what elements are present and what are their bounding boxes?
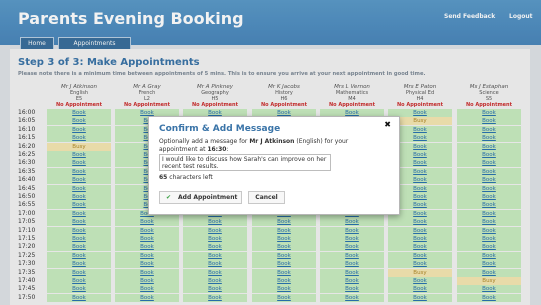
add-appointment-label: Add Appointment xyxy=(178,194,238,201)
dialog-teacher-name: Mr J Atkinson xyxy=(249,138,295,145)
app: Parents Evening Booking Send Feedback Lo… xyxy=(0,0,541,305)
check-icon: ✔ xyxy=(166,194,172,201)
dialog-description: Optionally add a message for Mr J Atkins… xyxy=(159,138,379,154)
dialog-desc-suffix: : xyxy=(226,146,229,153)
dialog-title: Confirm & Add Message xyxy=(159,124,281,134)
confirm-dialog: Confirm & Add Message ✖ Optionally add a… xyxy=(148,116,400,215)
add-appointment-button[interactable]: ✔ Add Appointment xyxy=(159,191,242,204)
characters-label: characters left xyxy=(167,174,213,181)
message-textarea[interactable]: I would like to discuss how Sarah's can … xyxy=(159,154,331,171)
close-icon[interactable]: ✖ xyxy=(384,120,391,129)
characters-left: 65 characters left xyxy=(159,174,213,181)
dialog-time: 16:30 xyxy=(207,146,227,153)
cancel-button[interactable]: Cancel xyxy=(248,191,285,204)
dialog-desc-prefix: Optionally add a message for xyxy=(159,138,250,145)
